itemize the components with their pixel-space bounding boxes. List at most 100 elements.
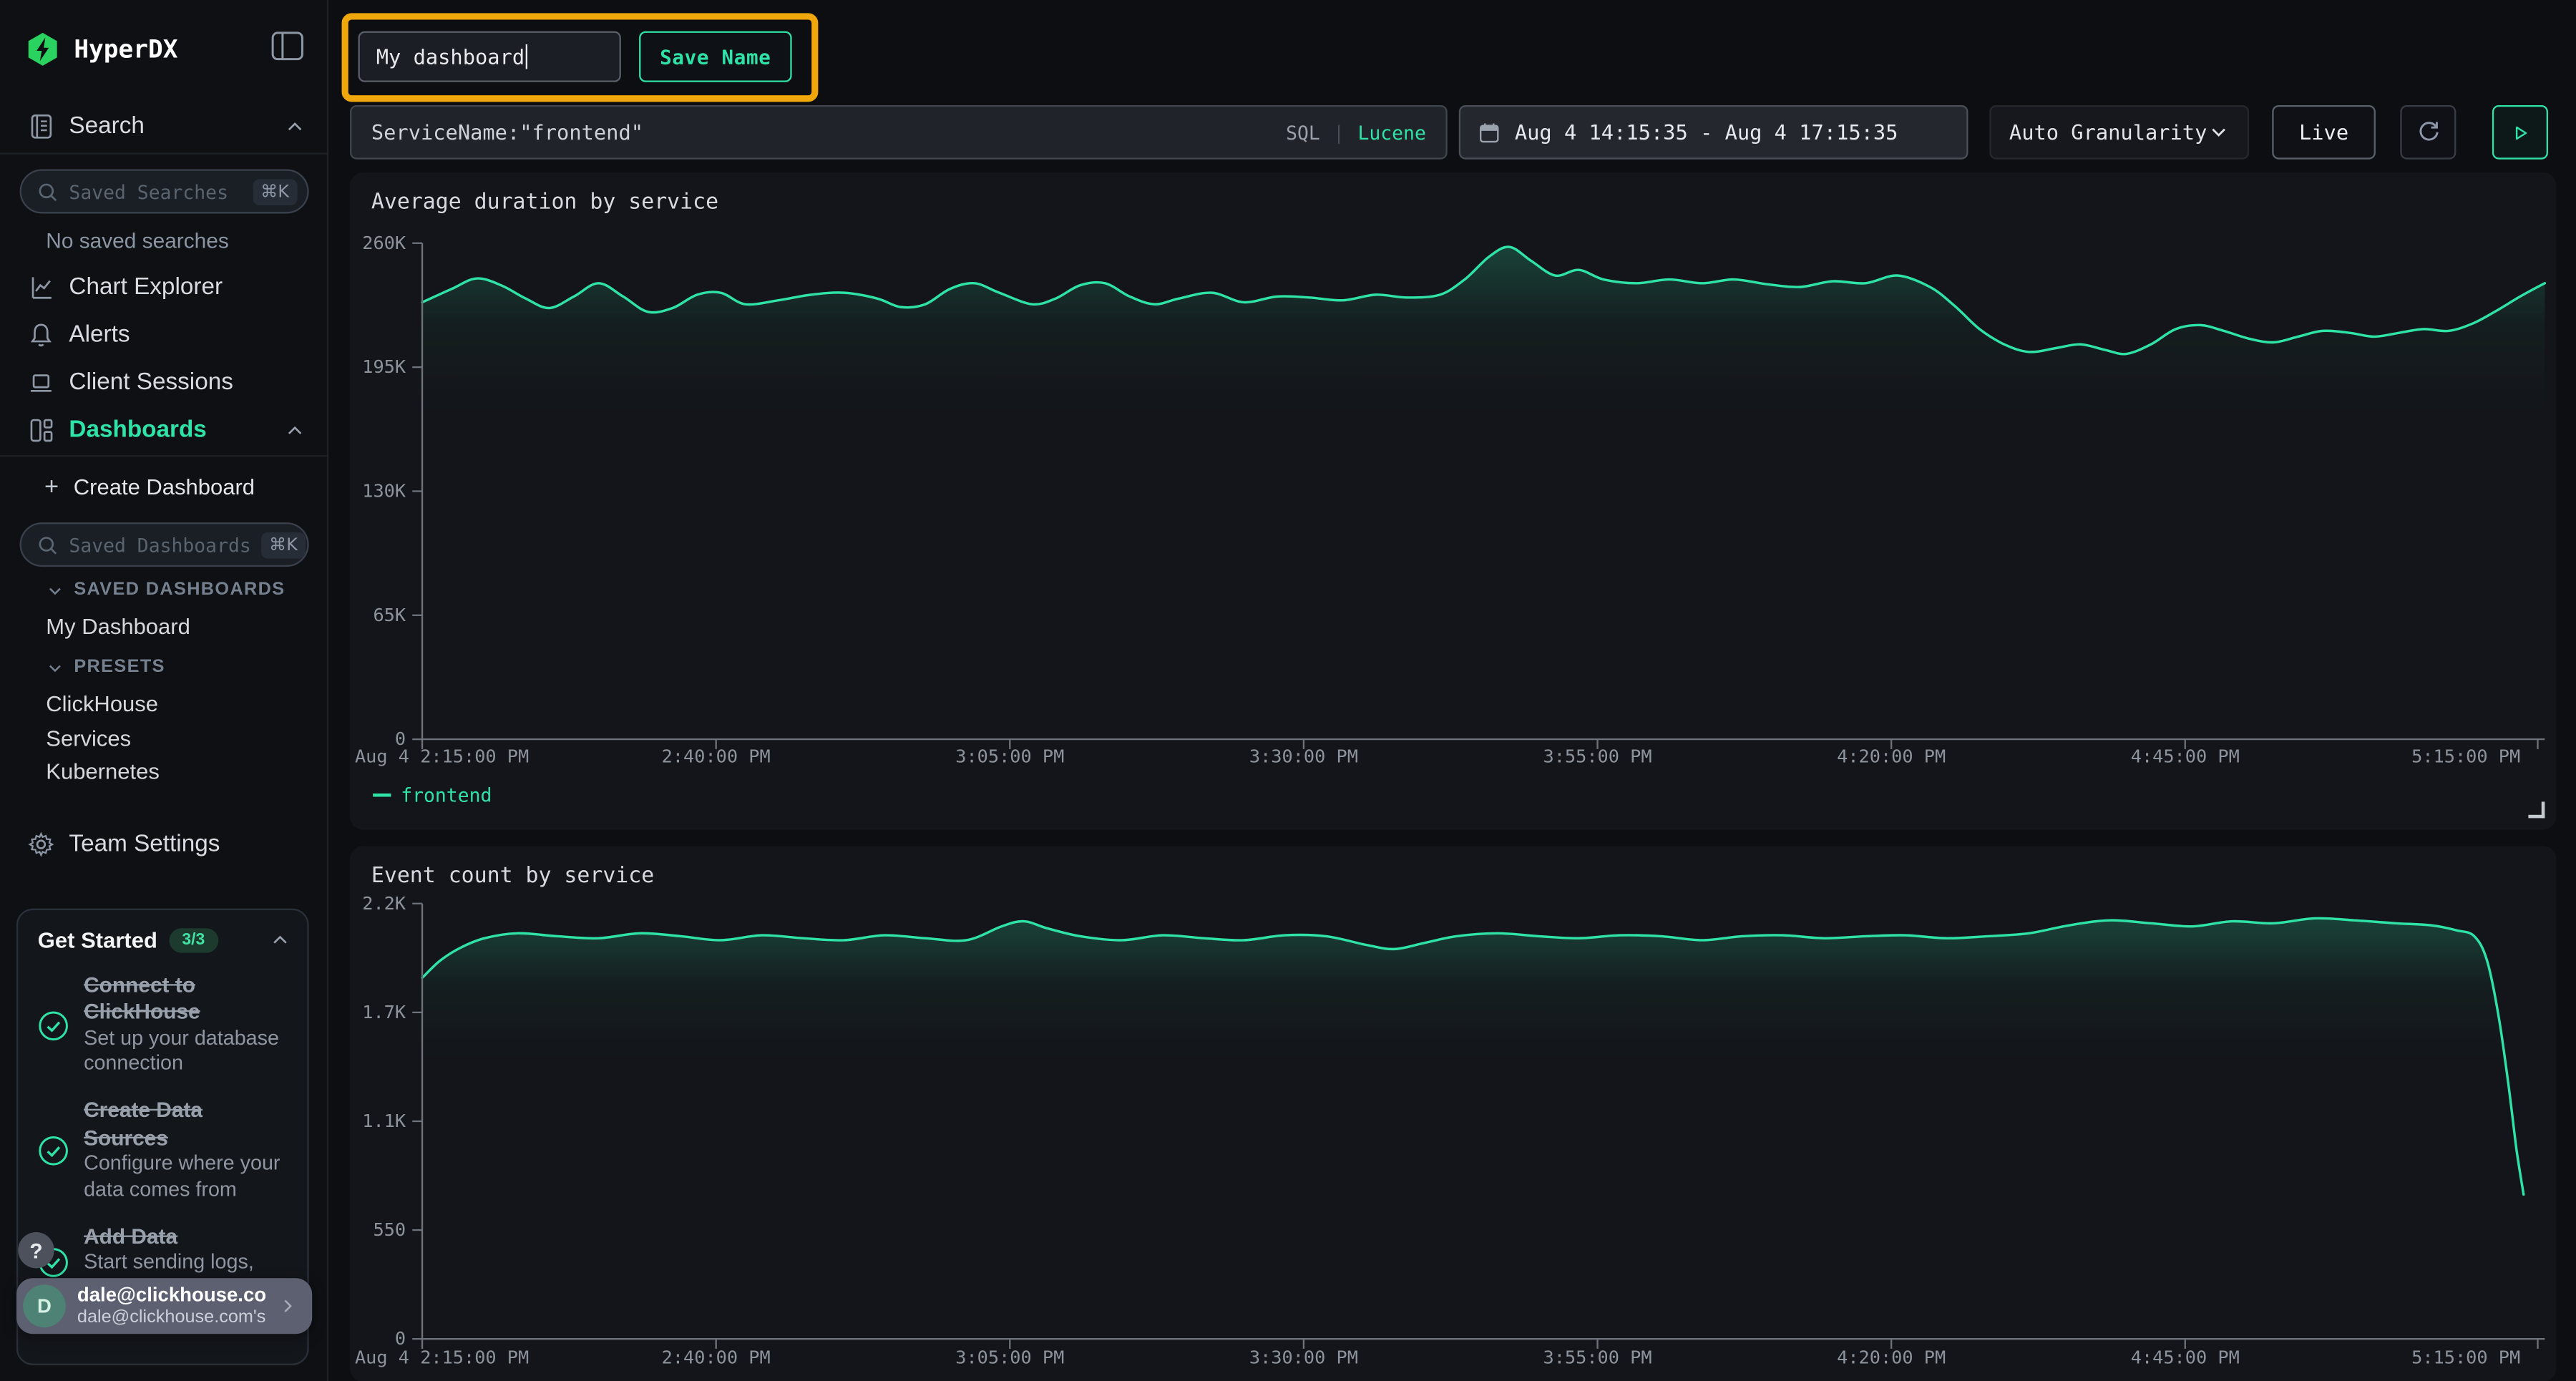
preset-link-services[interactable]: Services <box>46 726 131 751</box>
no-saved-searches-text: No saved searches <box>46 228 228 253</box>
chevron-up-icon[interactable] <box>270 929 291 951</box>
svg-text:3:30:00 PM: 3:30:00 PM <box>1249 746 1358 766</box>
group-presets[interactable]: PRESETS <box>46 657 165 677</box>
sidebar-item-client-sessions[interactable]: Client Sessions <box>0 363 328 402</box>
step-title: Add Data <box>84 1223 291 1249</box>
saved-dashboards-input[interactable]: Saved Dashboards ⌘K <box>20 522 309 567</box>
sidebar-item-alerts[interactable]: Alerts <box>0 316 328 355</box>
sidebar-item-label: Search <box>69 113 145 140</box>
get-started-step[interactable]: Create Data Sources Configure where your… <box>38 1098 291 1204</box>
save-name-button[interactable]: Save Name <box>639 31 792 82</box>
sidebar-item-chart-explorer[interactable]: Chart Explorer <box>0 268 328 307</box>
bell-icon <box>26 318 56 351</box>
step-desc: Set up your database connection <box>84 1026 291 1078</box>
step-title: Create Data Sources <box>84 1098 291 1151</box>
step-title: Connect to ClickHouse <box>84 972 291 1026</box>
get-started-title: Get Started <box>38 928 157 952</box>
shortcut-badge: ⌘K <box>261 532 306 558</box>
query-value: ServiceName:"frontend" <box>371 120 1273 145</box>
dashboard-name-value: My dashboard <box>376 44 525 69</box>
laptop-icon <box>26 366 56 399</box>
language-toggle-lucene[interactable]: Lucene <box>1357 121 1425 144</box>
viewport: HyperDX Search Saved Searches ⌘K No save… <box>0 0 2576 1381</box>
svg-text:2.2K: 2.2K <box>362 893 406 914</box>
granularity-value: Auto Granularity <box>2009 120 2207 145</box>
sidebar-item-label: Client Sessions <box>69 370 233 396</box>
chevron-right-icon <box>278 1294 298 1317</box>
chevron-down-icon <box>46 658 64 676</box>
time-range-value: Aug 4 14:15:35 - Aug 4 17:15:35 <box>1515 120 1898 145</box>
preset-link-clickhouse[interactable]: ClickHouse <box>46 692 158 716</box>
language-toggle-sql[interactable]: SQL <box>1286 121 1320 144</box>
svg-text:4:20:00 PM: 4:20:00 PM <box>1837 746 1946 766</box>
get-started-step[interactable]: Connect to ClickHouse Set up your databa… <box>38 972 291 1078</box>
logo-row: HyperDX <box>0 26 328 72</box>
refresh-icon <box>2414 118 2442 146</box>
svg-text:550: 550 <box>373 1219 406 1240</box>
chart-legend[interactable]: frontend <box>373 784 492 806</box>
sidebar-item-dashboards[interactable]: Dashboards <box>0 411 328 450</box>
search-icon <box>36 533 59 556</box>
shortcut-badge: ⌘K <box>253 178 298 205</box>
svg-text:1.7K: 1.7K <box>362 1002 406 1023</box>
svg-text:Aug 4 2:15:00 PM: Aug 4 2:15:00 PM <box>355 746 529 766</box>
svg-text:1.1K: 1.1K <box>362 1111 406 1131</box>
svg-text:5:15:00 PM: 5:15:00 PM <box>2411 1347 2520 1368</box>
chevron-down-icon <box>2208 122 2230 143</box>
event-count-chart[interactable]: 05501.1K1.7K2.2KAug 4 2:15:00 PM2:40:00 … <box>350 846 2556 1381</box>
create-dashboard-button[interactable]: + Create Dashboard <box>44 475 323 499</box>
panel-resize-handle[interactable] <box>2528 801 2545 818</box>
hyperdx-logo-icon <box>24 31 61 68</box>
time-range-picker[interactable]: Aug 4 14:15:35 - Aug 4 17:15:35 <box>1459 105 1968 160</box>
group-saved-dashboards[interactable]: SAVED DASHBOARDS <box>46 580 285 600</box>
granularity-select[interactable]: Auto Granularity <box>1989 105 2249 160</box>
user-menu[interactable]: D dale@clickhouse.com dale@clickhouse.co… <box>16 1278 312 1334</box>
saved-searches-input[interactable]: Saved Searches ⌘K <box>20 169 309 213</box>
get-started-progress-badge: 3/3 <box>169 928 218 952</box>
live-button[interactable]: Live <box>2272 105 2376 160</box>
svg-text:0: 0 <box>395 1328 406 1349</box>
sidebar-collapse-icon[interactable] <box>271 31 304 61</box>
group-label: SAVED DASHBOARDS <box>74 580 285 600</box>
svg-text:3:55:00 PM: 3:55:00 PM <box>1543 746 1652 766</box>
saved-searches-placeholder: Saved Searches <box>69 180 228 202</box>
run-query-button[interactable] <box>2492 105 2548 160</box>
app-root: HyperDX Search Saved Searches ⌘K No save… <box>0 0 2576 1381</box>
sidebar-item-label: Alerts <box>69 322 130 348</box>
user-email: dale@clickhouse.com <box>77 1284 266 1307</box>
svg-text:130K: 130K <box>362 481 406 502</box>
plus-icon: + <box>44 475 59 499</box>
help-button[interactable]: ? <box>18 1232 54 1269</box>
group-label: PRESETS <box>74 657 165 677</box>
panel-average-duration: Average duration by service 065K130K195K… <box>350 172 2556 829</box>
svg-text:3:05:00 PM: 3:05:00 PM <box>955 1347 1064 1368</box>
gear-icon <box>26 828 56 861</box>
legend-series-label: frontend <box>401 784 492 806</box>
sidebar: HyperDX Search Saved Searches ⌘K No save… <box>0 0 328 1381</box>
app-title: HyperDX <box>74 34 177 64</box>
divider <box>0 455 328 457</box>
panel-event-count: Event count by service 05501.1K1.7K2.2KA… <box>350 846 2556 1381</box>
user-team: dale@clickhouse.com's <box>77 1307 266 1329</box>
saved-dashboards-placeholder: Saved Dashboards <box>69 533 250 556</box>
svg-text:2:40:00 PM: 2:40:00 PM <box>662 746 771 766</box>
sidebar-item-label: Dashboards <box>69 417 206 444</box>
chevron-down-icon <box>46 581 64 599</box>
dashboard-link-my-dashboard[interactable]: My Dashboard <box>46 615 190 639</box>
sidebar-item-team-settings[interactable]: Team Settings <box>0 825 328 864</box>
svg-text:3:30:00 PM: 3:30:00 PM <box>1249 1347 1358 1368</box>
journal-icon <box>26 110 56 143</box>
sidebar-section-search[interactable]: Search <box>0 107 328 146</box>
chevron-up-icon <box>284 420 306 441</box>
chevron-up-icon <box>284 116 306 137</box>
text-caret <box>526 44 527 69</box>
preset-link-kubernetes[interactable]: Kubernetes <box>46 759 160 784</box>
dashboard-name-input[interactable]: My dashboard <box>358 31 621 82</box>
check-circle-icon <box>38 1135 69 1166</box>
svg-text:260K: 260K <box>362 233 406 253</box>
svg-text:3:05:00 PM: 3:05:00 PM <box>955 746 1064 766</box>
refresh-button[interactable] <box>2400 105 2456 160</box>
avg-duration-chart[interactable]: 065K130K195K260KAug 4 2:15:00 PM2:40:00 … <box>350 172 2556 829</box>
legend-line-swatch <box>373 794 391 797</box>
query-search-input[interactable]: ServiceName:"frontend" SQL | Lucene <box>350 105 1448 160</box>
